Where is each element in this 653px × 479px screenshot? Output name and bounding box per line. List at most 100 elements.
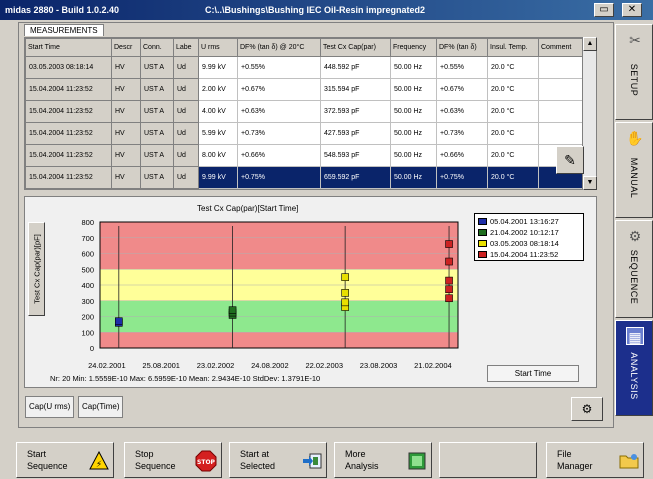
cell-df[interactable]: +0.73%	[436, 122, 488, 145]
cell-urms[interactable]: 8.00 kV	[198, 144, 238, 167]
cell-label[interactable]: Ud	[173, 100, 199, 123]
cell-start-time[interactable]: 03.05.2003 08:18:14	[25, 56, 112, 79]
header-df[interactable]: DF% (tan δ)	[436, 38, 488, 57]
cell-conn[interactable]: UST A	[140, 78, 174, 101]
cell-label[interactable]: Ud	[173, 122, 199, 145]
cell-insul-temp[interactable]: 20.0 °C	[487, 56, 539, 79]
cell-frequency[interactable]: 50.00 Hz	[390, 100, 437, 123]
header-df20[interactable]: DF% (tan δ) @ 20°C	[237, 38, 321, 57]
cell-cap[interactable]: 659.592 pF	[320, 166, 391, 189]
cell-label[interactable]: Ud	[173, 56, 199, 79]
cell-frequency[interactable]: 50.00 Hz	[390, 56, 437, 79]
cell-conn[interactable]: UST A	[140, 56, 174, 79]
cell-urms[interactable]: 2.00 kV	[198, 78, 238, 101]
cell-label[interactable]: Ud	[173, 78, 199, 101]
cell-descr[interactable]: HV	[111, 144, 141, 167]
cell-start-time[interactable]: 15.04.2004 11:23:52	[25, 144, 112, 167]
cell-insul-temp[interactable]: 20.0 °C	[487, 166, 539, 189]
scroll-up-arrow[interactable]: ▲	[583, 37, 597, 51]
chart-tools-button[interactable]: ⚙	[571, 397, 603, 421]
header-urms[interactable]: U rms	[198, 38, 238, 57]
cell-descr[interactable]: HV	[111, 122, 141, 145]
cell-cap[interactable]: 315.594 pF	[320, 78, 391, 101]
cell-descr[interactable]: HV	[111, 100, 141, 123]
cell-descr[interactable]: HV	[111, 56, 141, 79]
cell-comment[interactable]	[538, 56, 583, 79]
table-row[interactable]: 15.04.2004 11:23:52 HV UST A Ud 4.00 kV +0.63…	[25, 100, 583, 123]
cell-conn[interactable]: UST A	[140, 122, 174, 145]
tab-cap-urms[interactable]: Cap(U rms)	[25, 396, 75, 418]
cell-cap[interactable]: 448.592 pF	[320, 56, 391, 79]
cell-start-time[interactable]: 15.04.2004 11:23:52	[25, 122, 112, 145]
table-row[interactable]: 15.04.2004 11:23:52 HV UST A Ud 9.99 kV +0.75…	[25, 166, 583, 189]
cell-df[interactable]: +0.67%	[436, 78, 488, 101]
cell-urms[interactable]: 9.99 kV	[198, 166, 238, 189]
cell-df[interactable]: +0.66%	[436, 144, 488, 167]
table-scrollbar[interactable]: ▲ ▼	[582, 37, 597, 190]
cell-insul-temp[interactable]: 20.0 °C	[487, 144, 539, 167]
tab-setup[interactable]: ✂ SETUP	[615, 24, 653, 120]
scroll-down-arrow[interactable]: ▼	[583, 176, 597, 190]
cell-urms[interactable]: 5.99 kV	[198, 122, 238, 145]
header-start-time[interactable]: Start Time	[25, 38, 112, 57]
tab-analysis[interactable]: ▦ ANALYSIS	[615, 320, 653, 416]
cell-frequency[interactable]: 50.00 Hz	[390, 78, 437, 101]
cell-frequency[interactable]: 50.00 Hz	[390, 122, 437, 145]
more-analysis-button[interactable]: More Analysis	[334, 442, 432, 478]
cell-conn[interactable]: UST A	[140, 144, 174, 167]
cell-insul-temp[interactable]: 20.0 °C	[487, 78, 539, 101]
header-descr[interactable]: Descr	[111, 38, 141, 57]
file-manager-button[interactable]: File Manager	[546, 442, 644, 478]
cell-label[interactable]: Ud	[173, 166, 199, 189]
cell-df20[interactable]: +0.73%	[237, 122, 321, 145]
y-axis-selector-button[interactable]: Test Cx Cap(par)[pF]	[28, 222, 45, 316]
table-row[interactable]: 15.04.2004 11:23:52 HV UST A Ud 2.00 kV +0.67…	[25, 78, 583, 101]
cell-insul-temp[interactable]: 20.0 °C	[487, 100, 539, 123]
header-frequency[interactable]: Frequency	[390, 38, 437, 57]
cell-label[interactable]: Ud	[173, 144, 199, 167]
header-cap[interactable]: Test Cx Cap(par)	[320, 38, 391, 57]
cell-insul-temp[interactable]: 20.0 °C	[487, 122, 539, 145]
stop-sequence-button[interactable]: Stop Sequence STOP	[124, 442, 222, 478]
cell-df[interactable]: +0.63%	[436, 100, 488, 123]
cell-frequency[interactable]: 50.00 Hz	[390, 144, 437, 167]
cell-urms[interactable]: 9.99 kV	[198, 56, 238, 79]
cell-conn[interactable]: UST A	[140, 100, 174, 123]
cell-df[interactable]: +0.55%	[436, 56, 488, 79]
cell-df20[interactable]: +0.66%	[237, 144, 321, 167]
cell-cap[interactable]: 427.593 pF	[320, 122, 391, 145]
cell-frequency[interactable]: 50.00 Hz	[390, 166, 437, 189]
start-at-selected-button[interactable]: Start at Selected	[229, 442, 327, 478]
table-row[interactable]: 03.05.2003 08:18:14 HV UST A Ud 9.99 kV +0.55…	[25, 56, 583, 79]
header-label[interactable]: Labe	[173, 38, 199, 57]
table-row[interactable]: 15.04.2004 11:23:52 HV UST A Ud 5.99 kV +0.73…	[25, 122, 583, 145]
tab-cap-time[interactable]: Cap(Time)	[78, 396, 124, 418]
cell-df20[interactable]: +0.75%	[237, 166, 321, 189]
tab-sequence[interactable]: ⚙ SEQUENCE	[615, 220, 653, 318]
table-row[interactable]: 15.04.2004 11:23:52 HV UST A Ud 8.00 kV +0.66…	[25, 144, 583, 167]
tab-manual[interactable]: ✋ MANUAL	[615, 122, 653, 218]
header-conn[interactable]: Conn.	[140, 38, 174, 57]
cell-start-time[interactable]: 15.04.2004 11:23:52	[25, 78, 112, 101]
cell-start-time[interactable]: 15.04.2004 11:23:52	[25, 166, 112, 189]
minimize-button[interactable]: ▭	[594, 3, 614, 17]
cell-df[interactable]: +0.75%	[436, 166, 488, 189]
cell-cap[interactable]: 548.593 pF	[320, 144, 391, 167]
cell-descr[interactable]: HV	[111, 78, 141, 101]
cell-start-time[interactable]: 15.04.2004 11:23:52	[25, 100, 112, 123]
cell-df20[interactable]: +0.63%	[237, 100, 321, 123]
header-insul-temp[interactable]: Insul. Temp.	[487, 38, 539, 57]
close-button[interactable]: ✕	[622, 3, 642, 17]
cell-comment[interactable]	[538, 122, 583, 145]
cell-df20[interactable]: +0.67%	[237, 78, 321, 101]
cell-comment[interactable]	[538, 78, 583, 101]
start-sequence-button[interactable]: Start Sequence ⚡	[16, 442, 114, 478]
cell-conn[interactable]: UST A	[140, 166, 174, 189]
cell-urms[interactable]: 4.00 kV	[198, 100, 238, 123]
x-axis-selector-button[interactable]: Start Time	[487, 365, 579, 382]
cell-descr[interactable]: HV	[111, 166, 141, 189]
edit-note-button[interactable]: ✎	[556, 146, 584, 174]
cell-cap[interactable]: 372.593 pF	[320, 100, 391, 123]
header-comment[interactable]: Comment	[538, 38, 583, 57]
cell-df20[interactable]: +0.55%	[237, 56, 321, 79]
